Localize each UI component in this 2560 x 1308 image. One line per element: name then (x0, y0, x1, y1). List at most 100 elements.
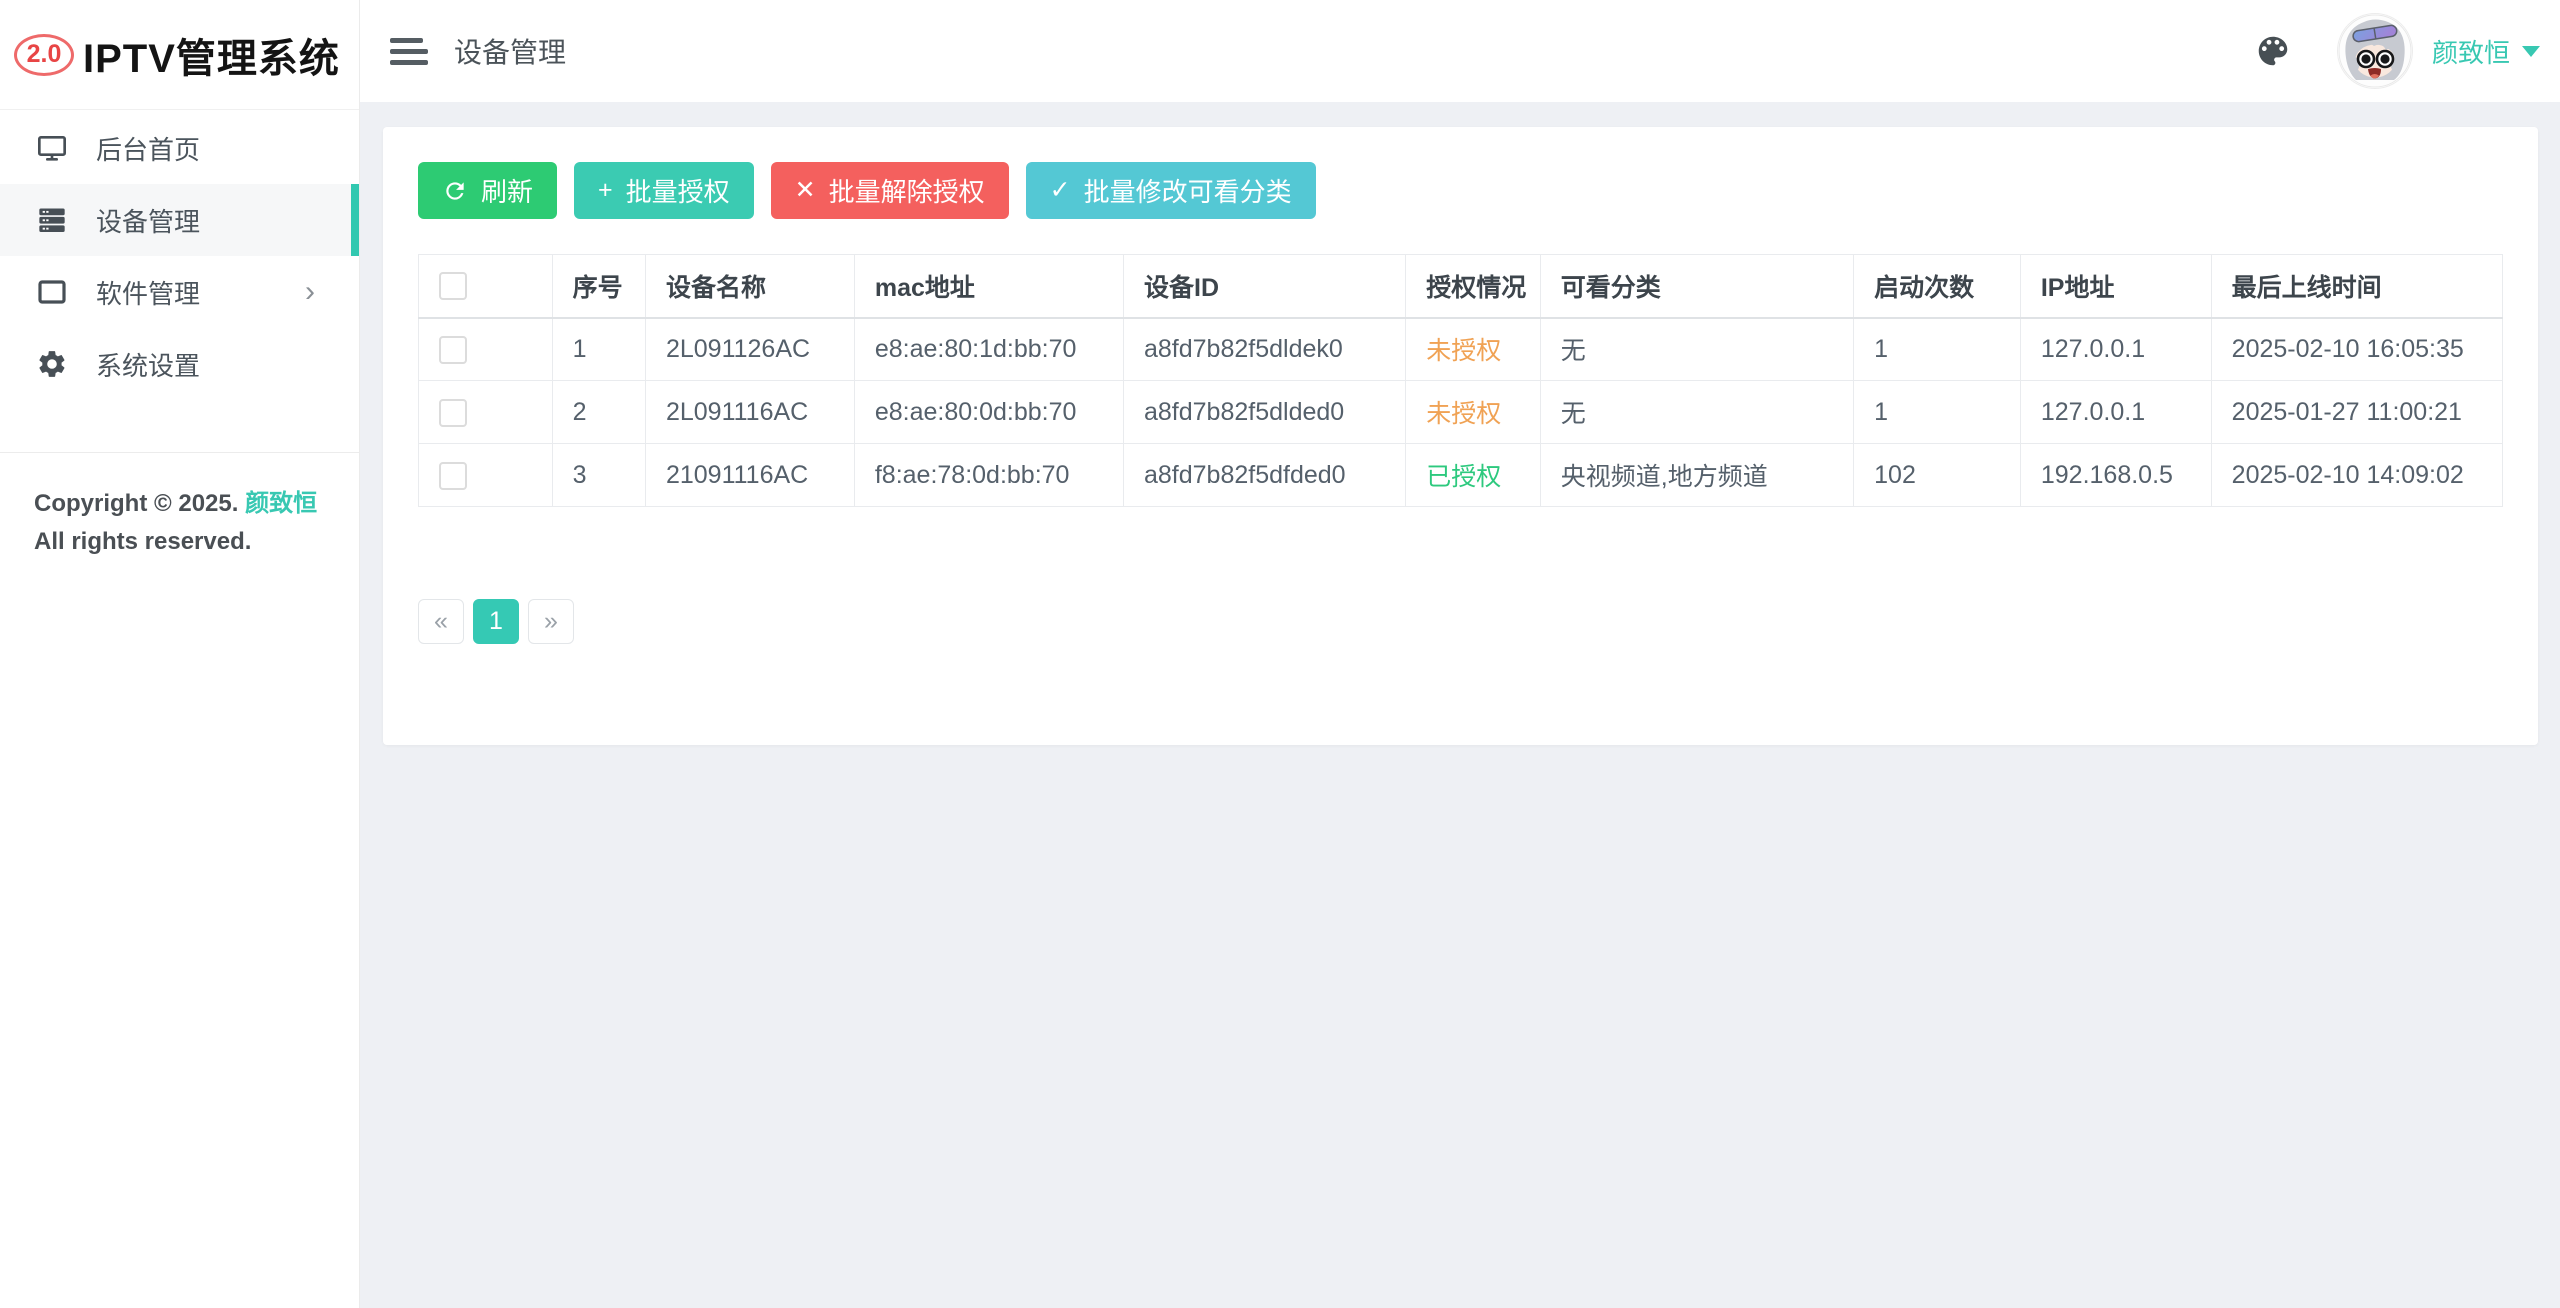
refresh-label: 刷新 (481, 172, 533, 209)
cell-last-online: 2025-02-10 14:09:02 (2211, 444, 2502, 507)
copyright-prefix: Copyright © 2025. (34, 490, 238, 517)
palette-icon[interactable] (2254, 32, 2292, 70)
batch-edit-category-label: 批量修改可看分类 (1084, 172, 1292, 209)
table-header-row: 序号 设备名称 mac地址 设备ID 授权情况 可看分类 启动次数 IP地址 最… (419, 255, 2503, 318)
cell-last-online: 2025-01-27 11:00:21 (2211, 381, 2502, 444)
row-checkbox-cell (419, 381, 553, 444)
refresh-icon (442, 178, 468, 204)
table-row: 22L091116ACe8:ae:80:0d:bb:70a8fd7b82f5dl… (419, 381, 2503, 444)
server-icon (36, 204, 68, 236)
pagination-page-1-button[interactable]: 1 (473, 599, 519, 644)
main-area: 设备管理 (360, 0, 2560, 1308)
username: 颜致恒 (2432, 33, 2510, 70)
header-mac: mac地址 (854, 255, 1123, 318)
row-checkbox-cell (419, 444, 553, 507)
cell-device-id: a8fd7b82f5dlded0 (1124, 381, 1406, 444)
x-icon: ✕ (795, 178, 816, 203)
cell-ip: 127.0.0.1 (2020, 318, 2211, 381)
cell-mac: e8:ae:80:0d:bb:70 (854, 381, 1123, 444)
sidebar-item-software[interactable]: 软件管理 › (0, 256, 359, 328)
table-row: 12L091126ACe8:ae:80:1d:bb:70a8fd7b82f5dl… (419, 318, 2503, 381)
sidebar-nav: 后台首页 设备管理 (0, 110, 359, 400)
content-area: 刷新 + 批量授权 ✕ 批量解除授权 ✓ 批量修改可看分类 (360, 102, 2560, 1308)
sidebar: 2.0 IPTV管理系统 后台首页 (0, 0, 360, 1308)
avatar[interactable] (2338, 14, 2412, 88)
header-checkbox-cell (419, 255, 553, 318)
refresh-button[interactable]: 刷新 (418, 162, 557, 219)
batch-authorize-label: 批量授权 (626, 172, 730, 209)
header-ip: IP地址 (2020, 255, 2211, 318)
copyright-suffix: All rights reserved. (34, 528, 251, 555)
cell-name: 2L091126AC (645, 318, 854, 381)
row-checkbox[interactable] (439, 336, 467, 364)
app-logo[interactable]: 2.0 IPTV管理系统 (0, 0, 359, 110)
cell-boot-count: 1 (1854, 318, 2021, 381)
check-icon: ✓ (1050, 178, 1071, 203)
cell-boot-count: 1 (1854, 381, 2021, 444)
sidebar-item-devices[interactable]: 设备管理 (0, 184, 359, 256)
batch-authorize-button[interactable]: + 批量授权 (574, 162, 754, 219)
gear-icon (36, 348, 68, 380)
topbar-right: 颜致恒 (2254, 14, 2540, 88)
cell-index: 3 (552, 444, 645, 507)
header-auth-status: 授权情况 (1406, 255, 1541, 318)
batch-deauthorize-button[interactable]: ✕ 批量解除授权 (771, 162, 1009, 219)
cell-last-online: 2025-02-10 16:05:35 (2211, 318, 2502, 381)
device-card: 刷新 + 批量授权 ✕ 批量解除授权 ✓ 批量修改可看分类 (383, 127, 2538, 745)
header-device-name: 设备名称 (645, 255, 854, 318)
cell-auth-label: 未授权 (1406, 318, 1541, 381)
sidebar-item-label: 后台首页 (96, 130, 200, 167)
user-menu[interactable]: 颜致恒 (2432, 33, 2540, 70)
cell-boot-count: 102 (1854, 444, 2021, 507)
pagination-prev-button[interactable]: « (418, 599, 464, 644)
header-categories: 可看分类 (1540, 255, 1853, 318)
header-device-id: 设备ID (1124, 255, 1406, 318)
header-boot-count: 启动次数 (1854, 255, 2021, 318)
chevron-right-icon: › (305, 277, 315, 307)
batch-edit-category-button[interactable]: ✓ 批量修改可看分类 (1026, 162, 1316, 219)
cell-mac: f8:ae:78:0d:bb:70 (854, 444, 1123, 507)
monitor-icon (36, 132, 68, 164)
window-icon (36, 276, 68, 308)
cell-index: 1 (552, 318, 645, 381)
copyright: Copyright © 2025. 颜致恒 All rights reserve… (0, 452, 359, 593)
sidebar-item-label: 系统设置 (96, 346, 200, 383)
caret-down-icon (2522, 46, 2540, 57)
plus-icon: + (598, 178, 613, 203)
cell-ip: 127.0.0.1 (2020, 381, 2211, 444)
cell-auth-label: 未授权 (1406, 381, 1541, 444)
header-last-online: 最后上线时间 (2211, 255, 2502, 318)
device-table: 序号 设备名称 mac地址 设备ID 授权情况 可看分类 启动次数 IP地址 最… (418, 254, 2503, 507)
sidebar-item-label: 设备管理 (96, 202, 200, 239)
cell-categories: 无 (1540, 381, 1853, 444)
cell-name: 2L091116AC (645, 381, 854, 444)
topbar: 设备管理 (360, 0, 2560, 102)
cell-categories: 央视频道,地方频道 (1540, 444, 1853, 507)
select-all-checkbox[interactable] (439, 272, 467, 300)
page-title: 设备管理 (454, 31, 566, 71)
app-layout: 2.0 IPTV管理系统 后台首页 (0, 0, 2560, 1308)
app-title: IPTV管理系统 (83, 26, 340, 84)
row-checkbox-cell (419, 318, 553, 381)
cell-device-id: a8fd7b82f5dfded0 (1124, 444, 1406, 507)
sidebar-item-settings[interactable]: 系统设置 (0, 328, 359, 400)
cell-device-id: a8fd7b82f5dldek0 (1124, 318, 1406, 381)
hamburger-menu-icon[interactable] (390, 38, 428, 65)
sidebar-item-dashboard[interactable]: 后台首页 (0, 112, 359, 184)
author-link[interactable]: 颜致恒 (245, 490, 317, 517)
sidebar-item-label: 软件管理 (96, 274, 200, 311)
table-row: 321091116ACf8:ae:78:0d:bb:70a8fd7b82f5df… (419, 444, 2503, 507)
cell-categories: 无 (1540, 318, 1853, 381)
cell-index: 2 (552, 381, 645, 444)
batch-deauthorize-label: 批量解除授权 (829, 172, 985, 209)
pagination-next-button[interactable]: » (528, 599, 574, 644)
pagination: « 1 » (418, 599, 2503, 644)
header-index: 序号 (552, 255, 645, 318)
row-checkbox[interactable] (439, 399, 467, 427)
version-badge: 2.0 (14, 34, 74, 76)
cell-mac: e8:ae:80:1d:bb:70 (854, 318, 1123, 381)
cell-auth-label: 已授权 (1406, 444, 1541, 507)
cell-ip: 192.168.0.5 (2020, 444, 2211, 507)
cell-name: 21091116AC (645, 444, 854, 507)
row-checkbox[interactable] (439, 462, 467, 490)
